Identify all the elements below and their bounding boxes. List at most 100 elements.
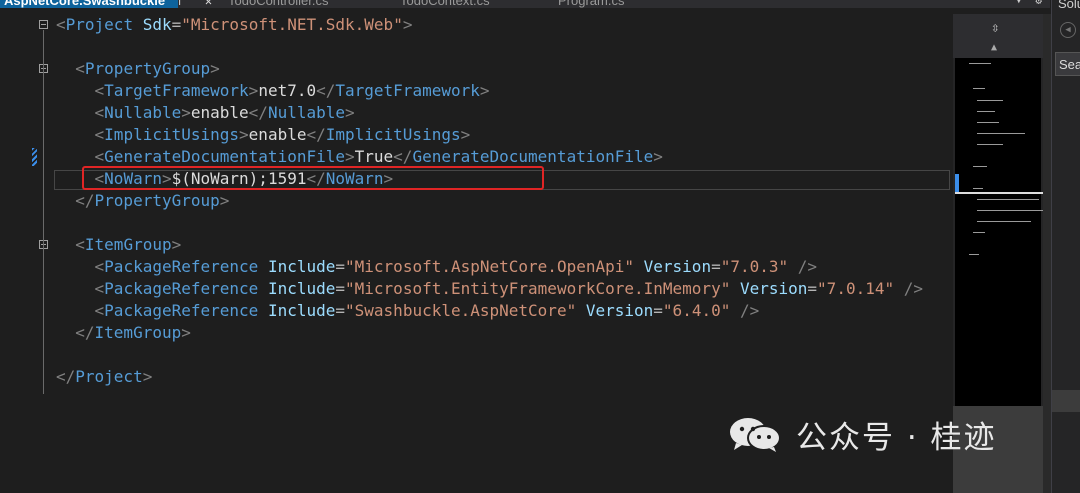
code-token: </ (248, 103, 268, 122)
code-line[interactable]: <Project Sdk="Microsoft.NET.Sdk.Web"> (56, 14, 412, 36)
code-line[interactable]: <PropertyGroup> (56, 58, 220, 80)
code-line[interactable]: </ItemGroup> (56, 322, 191, 344)
code-line[interactable]: <PackageReference Include="Microsoft.Ent… (56, 278, 923, 300)
code-token: ItemGroup (94, 323, 182, 342)
code-line[interactable]: <PackageReference Include="Swashbuckle.A… (56, 300, 760, 322)
code-token: Project (75, 367, 143, 386)
code-token: PropertyGroup (94, 191, 220, 210)
code-line[interactable]: <TargetFramework>net7.0</TargetFramework… (56, 80, 490, 102)
code-token: PackageReference (104, 301, 259, 320)
tab-program[interactable]: Program.cs (558, 0, 624, 8)
code-token: = (711, 257, 721, 276)
code-token: "Microsoft.AspNetCore.OpenApi" (345, 257, 634, 276)
code-token: ItemGroup (84, 235, 172, 254)
back-icon[interactable]: ◀ (1060, 22, 1076, 38)
code-token: /> (903, 279, 924, 298)
minimap-header: ⇳ ▲ (953, 14, 1043, 58)
code-line[interactable]: <GenerateDocumentationFile>True</Generat… (56, 146, 663, 168)
solution-explorer-panel: Solu ◀ Sea (1051, 0, 1080, 493)
code-token: Include (267, 301, 336, 320)
code-token: < (75, 59, 85, 78)
code-token: ImplicitUsings (325, 125, 461, 144)
code-token: True (354, 147, 394, 166)
code-token: Version (739, 279, 808, 298)
solution-explorer-title: Solu (1058, 0, 1080, 11)
code-token: /> (740, 301, 760, 320)
code-line[interactable]: <Nullable>enable</Nullable> (56, 102, 355, 124)
code-token: "7.0.14" (817, 279, 895, 298)
code-token: > (181, 103, 191, 122)
code-token: Include (267, 279, 336, 298)
minimap-preview[interactable] (955, 58, 1045, 406)
minimap-change-marker (955, 174, 959, 192)
code-token: /> (797, 257, 818, 276)
code-token: < (75, 235, 85, 254)
code-token: > (402, 15, 413, 34)
code-token: > (219, 191, 230, 210)
code-line[interactable]: <ImplicitUsings>enable</ImplicitUsings> (56, 124, 471, 146)
document-tab-strip: AspNetCore.Swashbuckle ⊤ ✕ TodoControlle… (0, 0, 1050, 8)
code-token: = (335, 257, 346, 276)
code-token: < (94, 81, 105, 100)
scroll-up-icon[interactable]: ▲ (991, 42, 997, 53)
code-token: Project (65, 15, 134, 34)
code-token: > (479, 81, 490, 100)
code-line[interactable]: </PropertyGroup> (56, 190, 229, 212)
code-token: Nullable (104, 103, 182, 122)
code-token: TargetFramework (104, 81, 249, 100)
code-token: PropertyGroup (84, 59, 211, 78)
code-token: PackageReference (104, 257, 259, 276)
code-token: = (335, 279, 346, 298)
wechat-icon (730, 418, 781, 452)
code-token: > (345, 147, 355, 166)
code-token: > (171, 235, 182, 254)
code-token: > (653, 147, 663, 166)
code-token: "Microsoft.NET.Sdk.Web" (181, 15, 403, 34)
code-token: > (142, 367, 153, 386)
fold-toggle-project-icon[interactable] (39, 20, 48, 29)
code-line[interactable]: <ItemGroup> (56, 234, 181, 256)
tab-overflow-icons[interactable]: ▾ ⚙ (1016, 0, 1043, 8)
code-token: TargetFramework (335, 81, 480, 100)
code-token: > (460, 125, 471, 144)
code-token: "6.4.0" (662, 301, 731, 320)
pin-icon[interactable]: ⊤ (176, 0, 183, 8)
code-line[interactable]: </Project> (56, 366, 152, 388)
code-line[interactable]: <PackageReference Include="Microsoft.Asp… (56, 256, 818, 278)
code-token: Version (585, 301, 654, 320)
tab-aspnetcore-swashbuckle[interactable]: AspNetCore.Swashbuckle (0, 0, 178, 8)
code-token: Sdk (142, 15, 172, 34)
code-token: < (56, 15, 66, 34)
code-token: enable (248, 125, 307, 144)
solution-search-input[interactable]: Sea (1055, 52, 1080, 76)
code-token: net7.0 (258, 81, 317, 100)
split-view-icon[interactable]: ⇳ (991, 20, 999, 36)
code-token: </ (306, 125, 326, 144)
tab-todocontroller[interactable]: TodoController.cs (228, 0, 328, 8)
vertical-scrollbar[interactable] (1043, 14, 1051, 493)
code-token: enable (190, 103, 249, 122)
code-token: PackageReference (104, 279, 259, 298)
code-token: > (181, 323, 191, 342)
code-token: < (94, 257, 105, 276)
watermark-text: 公众号 · 桂迹 (796, 419, 997, 456)
tab-todocontext[interactable]: TodoContext.cs (400, 0, 490, 8)
code-token: Nullable (267, 103, 345, 122)
close-icon[interactable]: ✕ (205, 0, 212, 8)
fold-guide-line (43, 30, 44, 394)
